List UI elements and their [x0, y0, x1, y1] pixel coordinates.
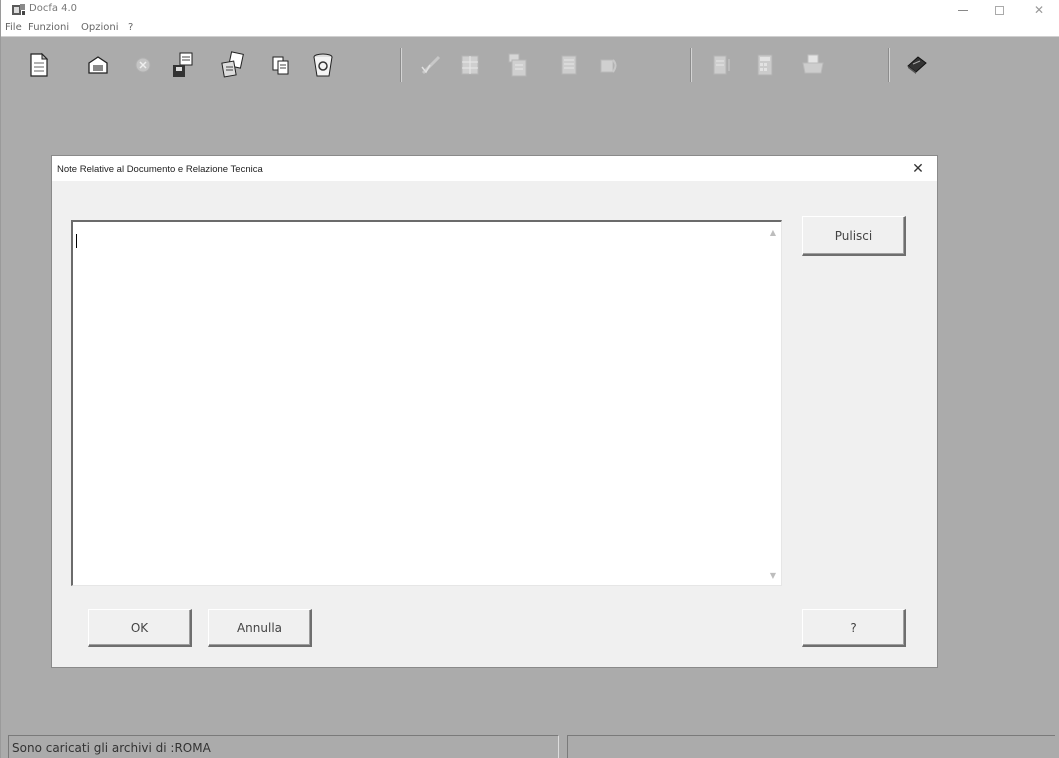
pencil-check-button[interactable] [418, 50, 444, 80]
import-export-button[interactable] [220, 50, 246, 80]
save-button[interactable] [171, 50, 197, 80]
recycle-bin-icon [313, 53, 333, 77]
ok-button[interactable]: OK [88, 609, 192, 647]
toolbar-separator [888, 48, 890, 82]
toolbar-separator [400, 48, 402, 82]
help-book-button[interactable] [904, 50, 930, 80]
menu-bar: File Funzioni Opzioni ? [1, 20, 1059, 37]
status-bar: Sono caricati gli archivi di :ROMA [1, 733, 1059, 758]
report-list-icon [713, 55, 730, 75]
new-document-button[interactable] [26, 50, 52, 80]
calculator-icon [757, 54, 773, 76]
menu-help[interactable]: ? [128, 22, 133, 33]
new-document-icon [30, 52, 49, 77]
pencil-check-icon [421, 55, 441, 75]
printer-button[interactable] [800, 50, 826, 80]
toolbar-separator [690, 48, 692, 82]
pulisci-button[interactable]: Pulisci [802, 216, 906, 256]
scroll-up-icon[interactable]: ▲ [765, 224, 781, 240]
lines-form-icon [561, 55, 577, 75]
minimize-button[interactable] [945, 0, 981, 20]
scroll-down-icon[interactable]: ▼ [765, 567, 781, 583]
docfa-app-icon [12, 4, 25, 15]
menu-file[interactable]: File [5, 22, 22, 33]
copy-button[interactable] [268, 50, 294, 80]
maximize-button[interactable] [981, 0, 1017, 20]
help-book-icon [907, 56, 927, 74]
vertical-scrollbar[interactable]: ▲ ▼ [765, 222, 781, 585]
stack-pages-button[interactable] [596, 50, 622, 80]
dialog-help-button[interactable]: ? [802, 609, 906, 647]
printer-icon [802, 54, 824, 74]
stack-pages-icon [600, 59, 617, 73]
report-list-button[interactable] [709, 50, 735, 80]
dialog-title-bar: Note Relative al Documento e Relazione T… [52, 156, 937, 181]
status-pane-main: Sono caricati gli archivi di :ROMA [8, 735, 559, 758]
menu-opzioni[interactable]: Opzioni [81, 22, 118, 33]
notes-dialog: Note Relative al Documento e Relazione T… [51, 155, 938, 668]
toolbar [1, 38, 1059, 122]
grid-form-button[interactable] [457, 50, 483, 80]
window-title: Docfa 4.0 [29, 3, 78, 14]
notes-textarea[interactable] [73, 222, 765, 585]
docfa-app-window: Docfa 4.0 ✕ File Funzioni Opzioni ? Note… [0, 0, 1059, 758]
open-folder-icon [88, 56, 108, 74]
lines-form-button[interactable] [556, 50, 582, 80]
form-list-icon [508, 53, 527, 77]
menu-funzioni[interactable]: Funzioni [28, 22, 69, 33]
open-button[interactable] [85, 50, 111, 80]
annulla-button[interactable]: Annulla [208, 609, 312, 647]
window-close-button[interactable]: ✕ [1021, 0, 1057, 20]
status-pane-secondary [567, 735, 1055, 758]
import-export-icon [221, 51, 244, 78]
text-caret [76, 234, 77, 248]
minimize-icon [958, 9, 968, 11]
copy-document-icon [272, 56, 289, 75]
cancel-button-toolbar[interactable] [130, 50, 156, 80]
save-disk-icon [173, 52, 193, 77]
form-list-button[interactable] [505, 50, 531, 80]
cancel-circle-icon [135, 57, 151, 73]
maximize-icon [994, 5, 1004, 15]
dialog-title: Note Relative al Documento e Relazione T… [57, 164, 263, 175]
grid-form-icon [461, 55, 479, 75]
dialog-close-button[interactable]: ✕ [905, 159, 931, 179]
recycle-bin-button[interactable] [310, 50, 336, 80]
title-bar: Docfa 4.0 ✕ [1, 0, 1059, 20]
status-message: Sono caricati gli archivi di :ROMA [12, 741, 211, 755]
calculator-button[interactable] [752, 50, 778, 80]
notes-textarea-frame: ▲ ▼ [71, 220, 782, 586]
